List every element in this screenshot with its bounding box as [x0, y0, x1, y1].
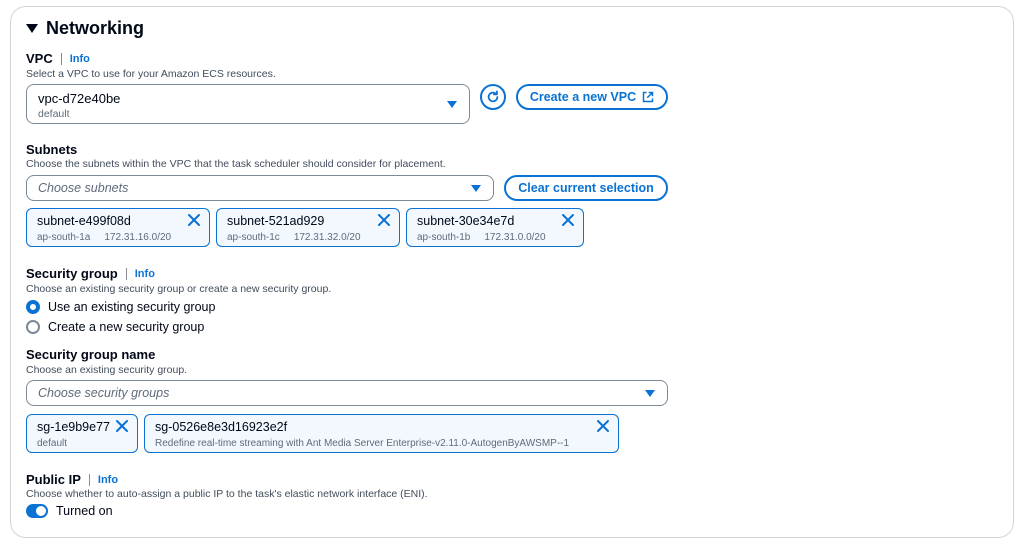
label-separator — [60, 52, 62, 65]
vpc-label: VPC — [26, 51, 53, 66]
public-ip-description: Choose whether to auto-assign a public I… — [26, 488, 428, 500]
vpc-description: Select a VPC to use for your Amazon ECS … — [26, 68, 276, 80]
subnets-label-row: Subnets — [26, 142, 77, 157]
section-title: Networking — [46, 18, 145, 38]
public-ip-label: Public IP — [26, 472, 81, 487]
subnet-details: ap-south-1b 172.31.0.0/20 — [417, 232, 546, 243]
subnet-details: ap-south-1a 172.31.16.0/20 — [37, 232, 172, 243]
security-group-label-row: Security group Info — [26, 266, 155, 281]
label-separator — [125, 267, 127, 280]
close-icon[interactable] — [561, 213, 575, 227]
subnet-token: subnet-521ad929 ap-south-1c 172.31.32.0/2… — [216, 208, 400, 247]
radio-label: Create a new security group — [48, 320, 205, 334]
security-group-sub: Redefine real-time streaming with Ant Me… — [155, 438, 570, 449]
security-group-label: Security group — [26, 266, 118, 281]
close-icon[interactable] — [115, 419, 129, 433]
subnet-details: ap-south-1c 172.31.32.0/20 — [227, 232, 361, 243]
security-group-token: sg-0526e8e3d16923e2f Redefine real-time … — [144, 414, 619, 453]
security-group-id: sg-0526e8e3d16923e2f — [155, 420, 288, 434]
vpc-info-link[interactable]: Info — [70, 53, 90, 65]
radio-checked-icon — [26, 300, 40, 314]
create-vpc-label: Create a new VPC — [529, 90, 637, 104]
radio-label: Use an existing security group — [48, 300, 216, 314]
security-group-description: Choose an existing security group or cre… — [26, 283, 332, 295]
vpc-selected-sub: default — [38, 108, 70, 120]
subnets-description: Choose the subnets within the VPC that t… — [26, 158, 446, 170]
security-groups-placeholder: Choose security groups — [38, 386, 170, 400]
refresh-icon — [487, 90, 499, 103]
subnets-placeholder: Choose subnets — [38, 181, 129, 195]
public-ip-label-row: Public IP Info — [26, 472, 118, 487]
vpc-label-row: VPC Info — [26, 51, 90, 66]
public-ip-toggle[interactable] — [26, 504, 48, 518]
caret-down-icon — [447, 101, 457, 108]
security-group-token: sg-1e9b9e77 default — [26, 414, 138, 453]
subnet-id: subnet-521ad929 — [227, 214, 325, 228]
security-group-id: sg-1e9b9e77 — [37, 420, 110, 434]
public-ip-toggle-label: Turned on — [56, 504, 113, 518]
sg-name-label: Security group name — [26, 347, 156, 362]
subnet-token: subnet-30e34e7d ap-south-1b 172.31.0.0/20 — [406, 208, 584, 247]
subnet-id: subnet-e499f08d — [37, 214, 131, 228]
radio-unchecked-icon — [26, 320, 40, 334]
clear-selection-button[interactable]: Clear current selection — [504, 175, 668, 201]
security-groups-select[interactable]: Choose security groups — [26, 380, 668, 406]
caret-down-icon — [26, 24, 38, 33]
label-separator — [88, 473, 90, 486]
public-ip-toggle-row: Turned on — [26, 504, 113, 518]
close-icon[interactable] — [377, 213, 391, 227]
close-icon[interactable] — [187, 213, 201, 227]
sg-name-label-row: Security group name — [26, 347, 155, 362]
caret-down-icon — [471, 185, 481, 192]
subnet-id: subnet-30e34e7d — [417, 214, 515, 228]
create-vpc-button[interactable]: Create a new VPC — [516, 84, 668, 110]
subnets-select[interactable]: Choose subnets — [26, 175, 494, 201]
caret-down-icon — [645, 390, 655, 397]
sg-name-description: Choose an existing security group. — [26, 364, 188, 376]
public-ip-info-link[interactable]: Info — [98, 474, 118, 486]
security-group-sub: default — [37, 438, 68, 449]
radio-create-new-sg[interactable]: Create a new security group — [26, 320, 204, 334]
refresh-vpc-button[interactable] — [480, 84, 506, 110]
security-group-info-link[interactable]: Info — [135, 268, 155, 280]
vpc-selected-value: vpc-d72e40be — [38, 91, 121, 106]
networking-section-toggle[interactable]: Networking — [26, 18, 144, 39]
subnets-label: Subnets — [26, 142, 78, 157]
close-icon[interactable] — [596, 419, 610, 433]
radio-use-existing-sg[interactable]: Use an existing security group — [26, 300, 215, 314]
vpc-select[interactable]: vpc-d72e40be default — [26, 84, 470, 124]
subnet-token: subnet-e499f08d ap-south-1a 172.31.16.0/2… — [26, 208, 210, 247]
external-link-icon — [642, 91, 654, 103]
clear-selection-label: Clear current selection — [518, 181, 654, 195]
